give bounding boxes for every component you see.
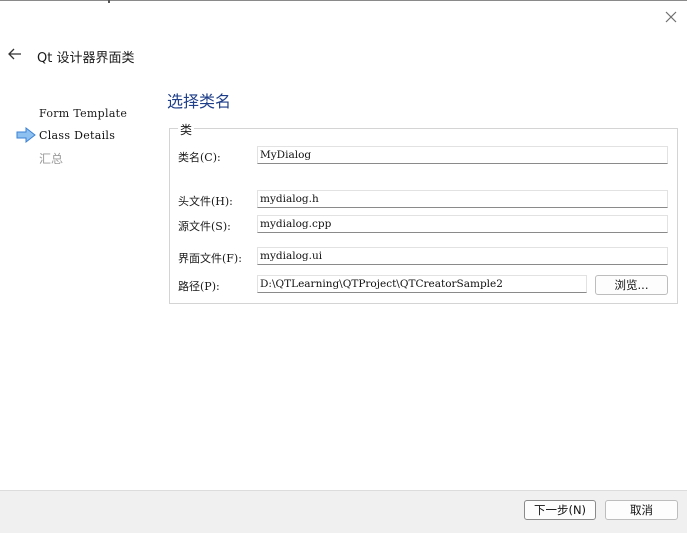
class-name-label: 类名(C): — [178, 151, 221, 164]
step-form-template: Form Template — [39, 107, 128, 120]
ui-file-field[interactable]: mydialog.ui — [257, 247, 668, 265]
step-summary: 汇总 — [39, 152, 64, 166]
source-file-field[interactable]: mydialog.cpp — [257, 215, 668, 233]
arrow-right-icon — [16, 127, 36, 143]
window-top-edge-tick — [108, 0, 110, 3]
header-file-field[interactable]: mydialog.h — [257, 190, 668, 208]
window-top-edge — [0, 0, 687, 1]
arrow-left-icon — [8, 48, 21, 60]
group-title: 类 — [178, 121, 195, 138]
next-button[interactable]: 下一步(N) — [524, 500, 596, 520]
close-icon — [665, 11, 677, 23]
dialog-title: Qt 设计器界面类 — [37, 51, 135, 66]
class-name-field[interactable]: MyDialog — [257, 146, 668, 164]
browse-button[interactable]: 浏览... — [595, 275, 668, 295]
close-button[interactable] — [660, 6, 682, 28]
page-heading: 选择类名 — [167, 92, 232, 111]
ui-file-label: 界面文件(F): — [178, 252, 242, 265]
path-label: 路径(P): — [178, 280, 220, 293]
path-field[interactable]: D:\QTLearning\QTProject\QTCreatorSample2 — [257, 275, 587, 293]
cancel-button[interactable]: 取消 — [605, 500, 678, 520]
source-file-label: 源文件(S): — [178, 220, 231, 233]
header-file-label: 头文件(H): — [178, 195, 233, 208]
back-button[interactable] — [5, 44, 25, 64]
step-class-details: Class Details — [39, 129, 116, 142]
